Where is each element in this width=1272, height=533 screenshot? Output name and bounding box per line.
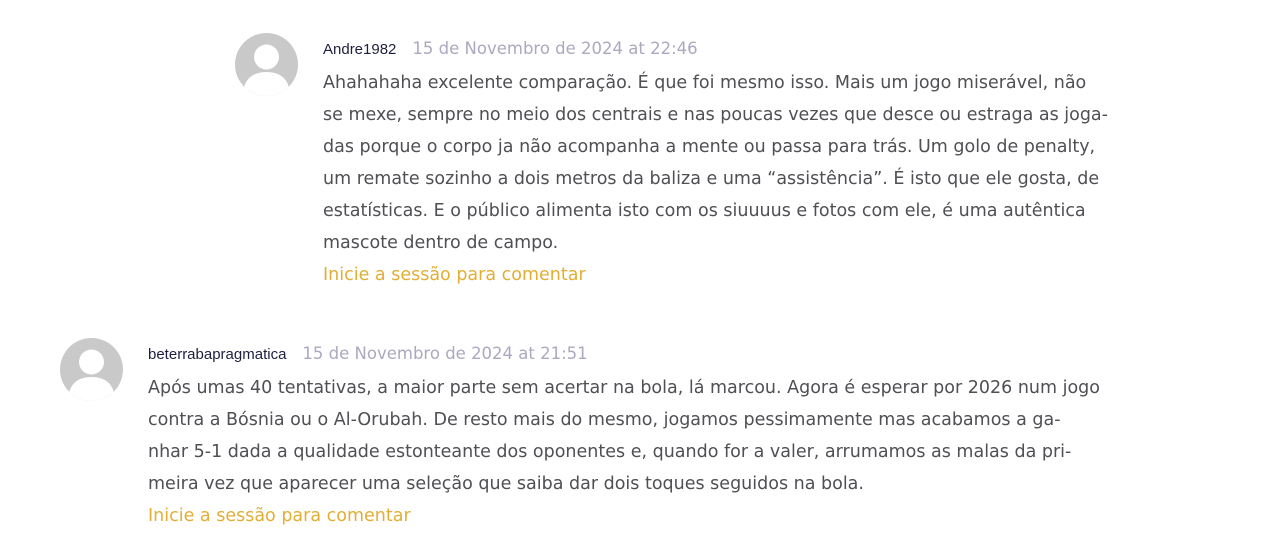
- comment-meta: beterrabapragmatica 15 de Novembro de 202…: [148, 342, 1151, 366]
- comment-line: nhar 5-1 dada a qualidade estonteante do…: [148, 442, 1072, 462]
- comment-body: beterrabapragmatica 15 de Novembro de 202…: [148, 342, 1151, 532]
- comment-date[interactable]: 15 de Novembro de 2024 at 21:51: [302, 344, 587, 363]
- comment-body: Andre1982 15 de Novembro de 2024 at 22:46…: [323, 37, 1153, 291]
- login-to-comment-link[interactable]: Inicie a sessão para comentar: [323, 259, 586, 291]
- login-to-comment-link[interactable]: Inicie a sessão para comentar: [148, 500, 411, 532]
- comment-line: Ahahahaha excelente comparação. É que fo…: [323, 73, 1087, 93]
- user-avatar-icon: [60, 338, 123, 401]
- comment-meta: Andre1982 15 de Novembro de 2024 at 22:46: [323, 37, 1153, 61]
- user-avatar-icon: [235, 33, 298, 96]
- comment-line: se mexe, sempre no meio dos centrais e n…: [323, 105, 1108, 125]
- comment-text: Ahahahaha excelente comparação. É que fo…: [323, 67, 1153, 259]
- comment-line: meira vez que aparecer uma seleção que s…: [148, 474, 864, 494]
- comment-line: Após umas 40 tentativas, a maior parte s…: [148, 378, 1100, 398]
- comment-text: Após umas 40 tentativas, a maior parte s…: [148, 372, 1151, 500]
- comment-author[interactable]: beterrabapragmatica: [148, 346, 286, 363]
- comment-date[interactable]: 15 de Novembro de 2024 at 22:46: [412, 39, 697, 58]
- comment-line: das porque o corpo ja não acompanha a me…: [323, 137, 1096, 157]
- comment-line: estatísticas. E o público alimenta isto …: [323, 201, 1086, 221]
- comment-line: um remate sozinho a dois metros da baliz…: [323, 169, 1100, 189]
- comment-line: mascote dentro de campo.: [323, 233, 559, 253]
- comment-line: contra a Bósnia ou o Al-Orubah. De resto…: [148, 410, 1061, 430]
- comment-author[interactable]: Andre1982: [323, 41, 396, 58]
